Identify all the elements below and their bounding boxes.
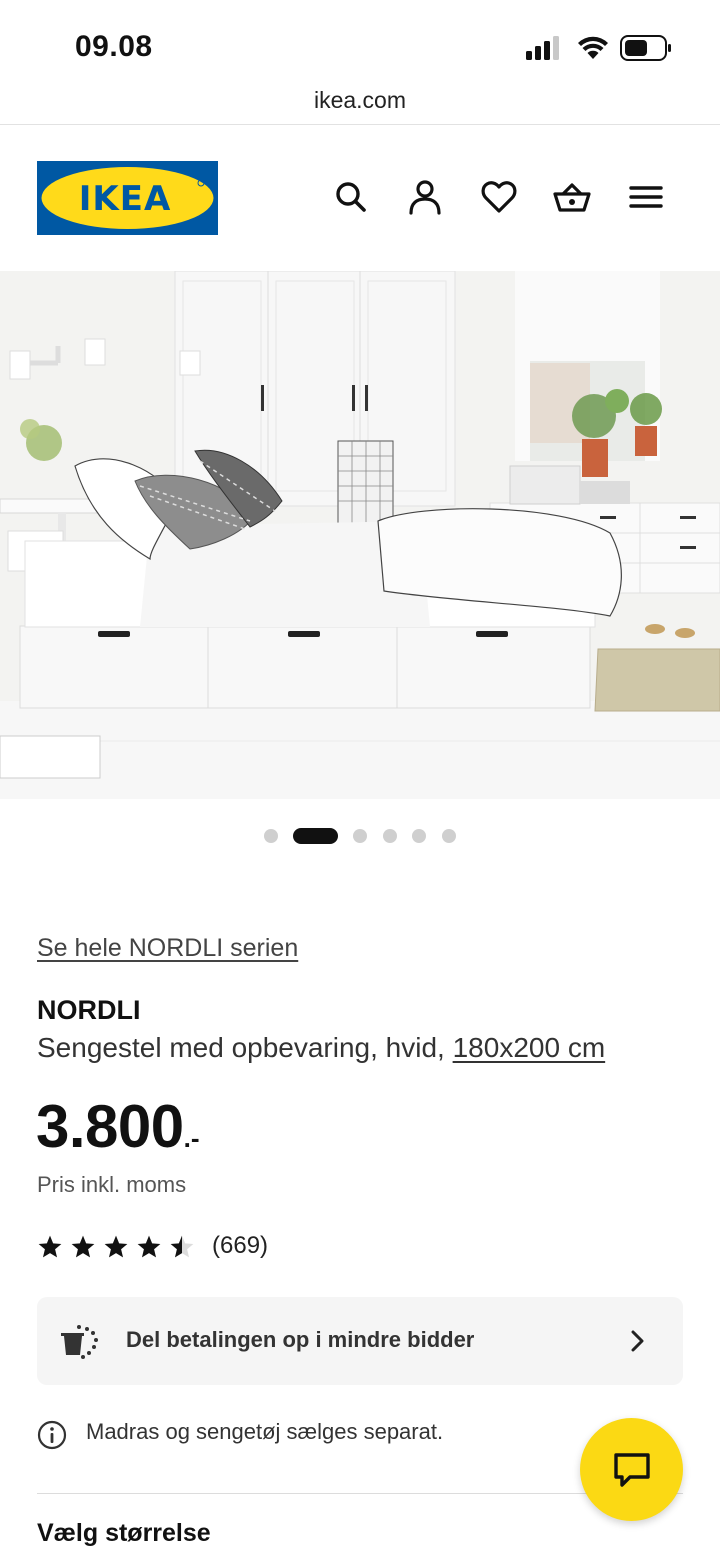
product-description-text: Sengestel med opbevaring, hvid, (37, 1032, 445, 1063)
carousel-dot[interactable] (412, 829, 426, 843)
size-link[interactable]: 180x200 cm (453, 1032, 606, 1063)
installment-banner[interactable]: Del betalingen op i mindre bidder (37, 1297, 683, 1385)
vat-note: Pris inkl. moms (37, 1172, 187, 1197)
size-section-heading: Vælg størrelse (37, 1519, 211, 1547)
piggy-bank-icon (61, 1325, 98, 1359)
address-bar[interactable]: ikea.com (0, 80, 720, 126)
account-icon[interactable] (405, 177, 445, 217)
ikea-logo[interactable]: IKEA (37, 161, 218, 235)
carousel-indicator (0, 826, 720, 846)
chat-button[interactable] (580, 1418, 683, 1521)
carousel-dot-active[interactable] (293, 828, 338, 844)
cellular-signal-icon (526, 36, 559, 60)
chat-icon (614, 1453, 650, 1487)
star-half-icon (170, 1235, 194, 1258)
installment-label: Del betalingen op i mindre bidder (126, 1327, 475, 1352)
price: 3.800.- (36, 1092, 200, 1161)
price-suffix: .- (183, 1123, 200, 1153)
menu-icon[interactable] (626, 177, 666, 217)
series-link[interactable]: Se hele NORDLI serien (37, 934, 298, 963)
star-full-icon (137, 1235, 161, 1258)
note-text: Madras og sengetøj sælges separat. (86, 1419, 444, 1444)
carousel-dot[interactable] (353, 829, 367, 843)
star-full-icon (38, 1235, 62, 1258)
site-header: IKEA (0, 125, 720, 271)
carousel-dot[interactable] (383, 829, 397, 843)
bedroom-photo (0, 271, 720, 799)
price-amount: 3.800 (36, 1093, 184, 1160)
carousel-dot[interactable] (442, 829, 456, 843)
heart-icon[interactable] (479, 177, 519, 217)
status-time: 09.08 (75, 30, 153, 63)
chevron-right-icon (631, 1330, 644, 1352)
cart-icon[interactable] (552, 177, 592, 217)
wifi-icon (578, 36, 608, 59)
star-full-icon (71, 1235, 95, 1258)
status-bar: 09.08 (0, 0, 720, 80)
product-description: Sengestel med opbevaring, hvid, 180x200 … (37, 1032, 605, 1064)
info-icon (37, 1420, 67, 1450)
search-icon[interactable] (331, 177, 371, 217)
star-full-icon (104, 1235, 128, 1258)
product-name: NORDLI (37, 995, 141, 1025)
product-image[interactable] (0, 271, 720, 799)
carousel-dot[interactable] (264, 829, 278, 843)
svg-text:IKEA: IKEA (79, 179, 172, 219)
review-count[interactable]: (669) (212, 1232, 268, 1260)
battery-icon (620, 35, 671, 61)
